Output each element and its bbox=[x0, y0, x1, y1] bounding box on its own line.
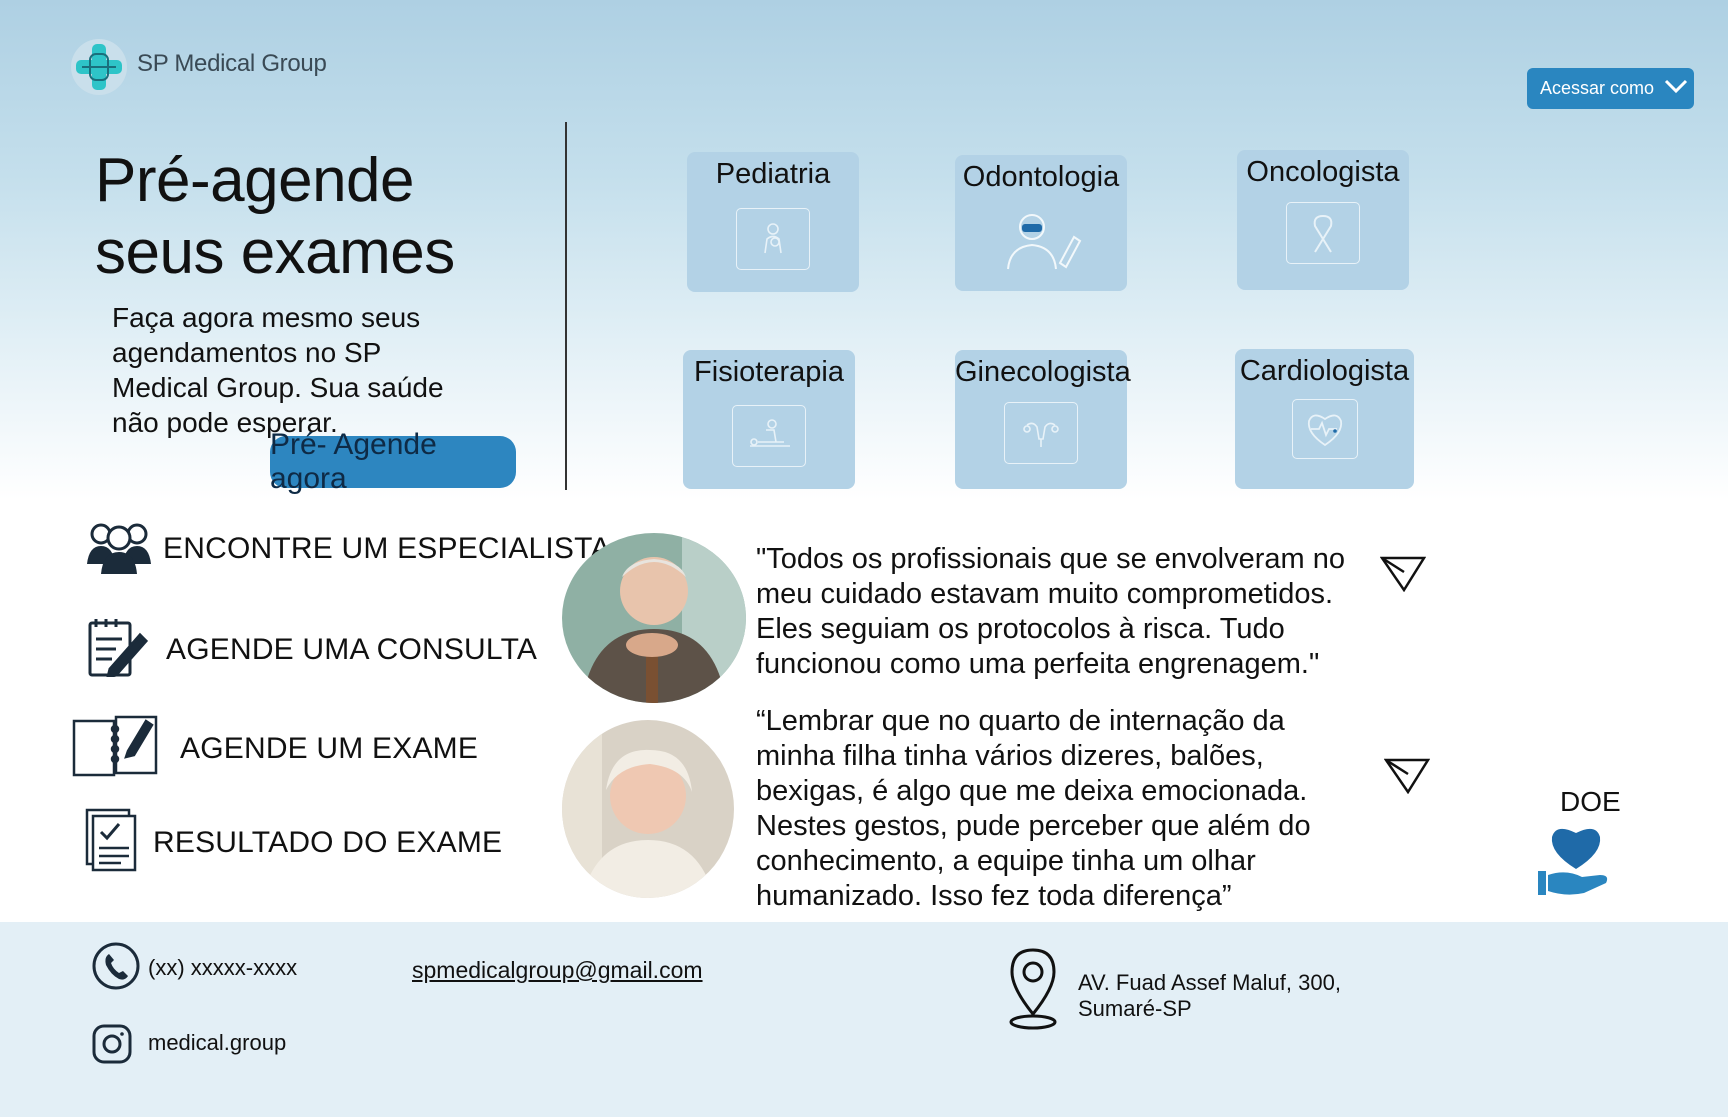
chevron-down-icon bbox=[1664, 78, 1688, 99]
footer-background bbox=[0, 922, 1728, 1117]
hero-subtitle: Faça agora mesmo seus agendamentos no SP… bbox=[112, 302, 444, 438]
specialty-label: Odontologia bbox=[962, 161, 1120, 193]
hero-title-line2: seus exames bbox=[95, 218, 455, 287]
donate-label: DOE bbox=[1560, 786, 1621, 817]
phone-number: (xx) xxxxx-xxxx bbox=[148, 955, 298, 980]
checklist-document-icon bbox=[85, 808, 139, 877]
specialty-card-oncologista[interactable]: Oncologista bbox=[1237, 150, 1409, 290]
send-icon[interactable] bbox=[1379, 554, 1427, 597]
access-as-button[interactable]: Acessar como bbox=[1527, 68, 1694, 109]
testimonial-text: “Lembrar que no quarto de internação da … bbox=[756, 705, 1311, 912]
instagram-handle[interactable]: medical.group bbox=[148, 1030, 286, 1056]
ribbon-icon bbox=[1286, 202, 1360, 264]
uterus-icon bbox=[1004, 402, 1078, 464]
notepad-pen-icon bbox=[86, 617, 149, 682]
page: SP Medical Group Acessar como Pré-agende… bbox=[0, 0, 1728, 1117]
address: AV. Fuad Assef Maluf, 300, Sumaré-SP bbox=[1078, 970, 1341, 1022]
specialty-label: Cardiologista bbox=[1239, 355, 1410, 387]
menu-item-label: AGENDE UM EXAME bbox=[180, 731, 479, 765]
menu-item-schedule-exam[interactable]: AGENDE UM EXAME bbox=[72, 715, 478, 782]
instagram-icon bbox=[91, 1023, 133, 1070]
dentist-icon bbox=[996, 205, 1086, 275]
logo-icon[interactable] bbox=[70, 38, 128, 96]
menu-item-label: AGENDE UMA CONSULTA bbox=[166, 632, 538, 666]
access-as-label: Acessar como bbox=[1540, 78, 1655, 98]
specialty-label: Oncologista bbox=[1246, 156, 1400, 188]
testimonial-avatar-elderly-man bbox=[562, 533, 746, 703]
menu-item-find-specialist[interactable]: ENCONTRE UM ESPECIALISTA bbox=[87, 518, 611, 579]
donate-heart-hand-icon[interactable] bbox=[1536, 823, 1612, 904]
specialty-card-odontologia[interactable]: Odontologia bbox=[955, 155, 1127, 291]
address-line2: Sumaré-SP bbox=[1078, 996, 1192, 1021]
testimonial-text: "Todos os profissionais que se envolvera… bbox=[756, 543, 1346, 680]
menu-item-label: ENCONTRE UM ESPECIALISTA bbox=[163, 531, 611, 565]
menu-item-schedule-appointment[interactable]: AGENDE UMA CONSULTA bbox=[86, 617, 537, 682]
address-line1: AV. Fuad Assef Maluf, 300, bbox=[1078, 970, 1341, 995]
notebook-pen-icon bbox=[72, 715, 162, 782]
specialty-label: Fisioterapia bbox=[694, 356, 844, 388]
email-link[interactable]: spmedicalgroup@gmail.com bbox=[412, 957, 703, 984]
massage-icon bbox=[732, 405, 806, 467]
menu-item-exam-result[interactable]: RESULTADO DO EXAME bbox=[85, 808, 502, 877]
specialty-card-cardiologista[interactable]: Cardiologista bbox=[1235, 349, 1414, 489]
specialty-card-ginecologista[interactable]: Ginecologista bbox=[955, 350, 1131, 489]
hero-title: Pré-agende seus exames bbox=[95, 145, 455, 289]
specialty-card-pediatria[interactable]: Pediatria bbox=[687, 152, 859, 292]
specialty-label: Pediatria bbox=[715, 158, 831, 190]
baby-care-icon bbox=[736, 208, 810, 270]
brand-name: SP Medical Group bbox=[137, 50, 327, 77]
send-icon[interactable] bbox=[1383, 756, 1431, 799]
phone-icon bbox=[91, 941, 141, 996]
heart-pulse-icon bbox=[1291, 399, 1358, 459]
testimonial-avatar-elderly-woman bbox=[562, 720, 734, 898]
hero-title-line1: Pré-agende bbox=[95, 146, 415, 215]
menu-item-label: RESULTADO DO EXAME bbox=[153, 825, 503, 859]
specialty-label: Ginecologista bbox=[955, 356, 1131, 388]
group-icon bbox=[87, 518, 151, 579]
specialty-card-fisioterapia[interactable]: Fisioterapia bbox=[683, 350, 855, 489]
location-pin-icon bbox=[1004, 944, 1062, 1035]
pre-schedule-button[interactable]: Pré- Agende agora bbox=[270, 428, 516, 495]
vertical-divider bbox=[565, 122, 567, 490]
